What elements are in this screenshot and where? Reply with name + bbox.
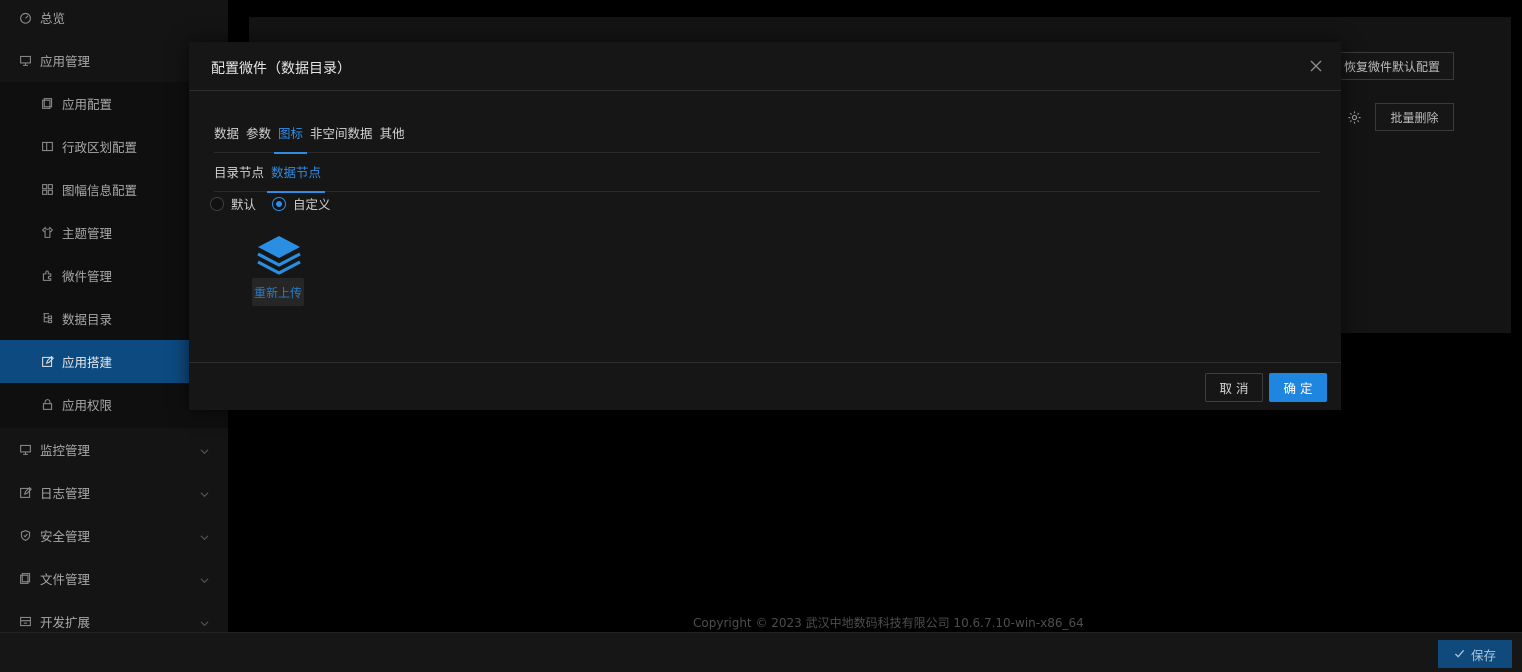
modal-title: 配置微件（数据目录） [211, 61, 351, 77]
sidebar-item-label: 监控管理 [40, 443, 91, 458]
chevron-down-icon [200, 573, 209, 584]
copy-icon [40, 97, 54, 111]
edit-icon [18, 486, 32, 500]
check-icon [1454, 647, 1465, 662]
sidebar-item-label: 应用管理 [40, 54, 91, 69]
subtab-catalog-node[interactable]: 目录节点 [214, 163, 264, 192]
sidebar-item-label: 总览 [40, 11, 66, 26]
icon-mode-radio-group: 默认 自定义 [210, 194, 339, 213]
subtab-data-node[interactable]: 数据节点 [267, 163, 326, 193]
sidebar-item-label: 应用权限 [62, 398, 113, 413]
shield-icon [18, 529, 32, 543]
dashboard-icon [18, 11, 32, 25]
radio-label: 自定义 [293, 197, 331, 212]
chevron-down-icon [200, 487, 209, 498]
sidebar-item-overview[interactable]: 总览 [0, 0, 228, 39]
tab-data[interactable]: 数据 [214, 124, 239, 153]
modal-header: 配置微件（数据目录） [189, 42, 1341, 91]
chevron-down-icon [200, 530, 209, 541]
sidebar-item-label: 应用搭建 [62, 355, 113, 370]
gear-icon[interactable] [1347, 110, 1362, 125]
sidebar-item-label: 日志管理 [40, 486, 91, 501]
tab-icon[interactable]: 图标 [274, 124, 308, 154]
chevron-down-icon [200, 444, 209, 455]
sidebar-item-security[interactable]: 安全管理 [0, 514, 228, 557]
shirt-icon [40, 226, 54, 240]
radio-button[interactable] [272, 196, 287, 211]
sidebar-item-label: 图幅信息配置 [62, 183, 138, 198]
layers-icon [252, 232, 306, 280]
save-button[interactable]: 保存 [1438, 640, 1512, 668]
sidebar-item-label: 文件管理 [40, 572, 91, 587]
chevron-down-icon [200, 616, 209, 627]
radio-label: 默认 [231, 197, 257, 212]
copyright-text: Copyright © 2023 武汉中地数码科技有限公司 10.6.7.10-… [693, 616, 1084, 630]
sidebar-item-label: 数据目录 [62, 312, 113, 327]
close-icon[interactable] [1309, 59, 1323, 73]
copy-icon [18, 572, 32, 586]
puzzle-icon [40, 269, 54, 283]
box-icon [18, 615, 32, 629]
widget-config-modal: 配置微件（数据目录） 数据 参数 图标 非空间数据 其他 目录节点 数据节点 默… [189, 42, 1341, 410]
node-type-tabs: 目录节点 数据节点 [214, 163, 1320, 193]
panel-icon [40, 140, 54, 154]
batch-delete-button[interactable]: 批量删除 [1375, 103, 1454, 131]
sidebar-item-label: 微件管理 [62, 269, 113, 284]
lock-icon [40, 398, 54, 412]
cancel-button[interactable]: 取 消 [1205, 373, 1263, 402]
tab-non-spatial-data[interactable]: 非空间数据 [310, 124, 373, 153]
bottom-toolbar [0, 632, 1522, 672]
sidebar-item-label: 主题管理 [62, 226, 113, 241]
confirm-button[interactable]: 确 定 [1269, 373, 1327, 402]
tab-other[interactable]: 其他 [380, 124, 405, 153]
sidebar-item-label: 开发扩展 [40, 615, 91, 630]
radio-button[interactable] [210, 196, 224, 211]
monitor-icon [18, 443, 32, 457]
restore-default-config-button[interactable]: 恢复微件默认配置 [1325, 52, 1454, 80]
save-label: 保存 [1470, 647, 1496, 663]
config-tabs: 数据 参数 图标 非空间数据 其他 [214, 124, 1320, 154]
edit-icon [40, 355, 54, 369]
radio-custom[interactable]: 自定义 [272, 194, 331, 213]
grid-icon [40, 183, 54, 197]
tree-icon [40, 312, 54, 326]
tab-params[interactable]: 参数 [246, 124, 271, 153]
monitor-icon [18, 54, 32, 68]
sidebar-item-label: 安全管理 [40, 529, 91, 544]
sidebar-item-logs[interactable]: 日志管理 [0, 471, 228, 514]
sidebar-item-monitoring[interactable]: 监控管理 [0, 428, 228, 471]
reupload-button[interactable]: 重新上传 [252, 278, 304, 306]
sidebar-item-label: 应用配置 [62, 97, 113, 112]
sidebar-item-files[interactable]: 文件管理 [0, 557, 228, 600]
sidebar-item-label: 行政区划配置 [62, 140, 138, 155]
modal-footer [189, 362, 1341, 410]
radio-default[interactable]: 默认 [210, 194, 256, 213]
